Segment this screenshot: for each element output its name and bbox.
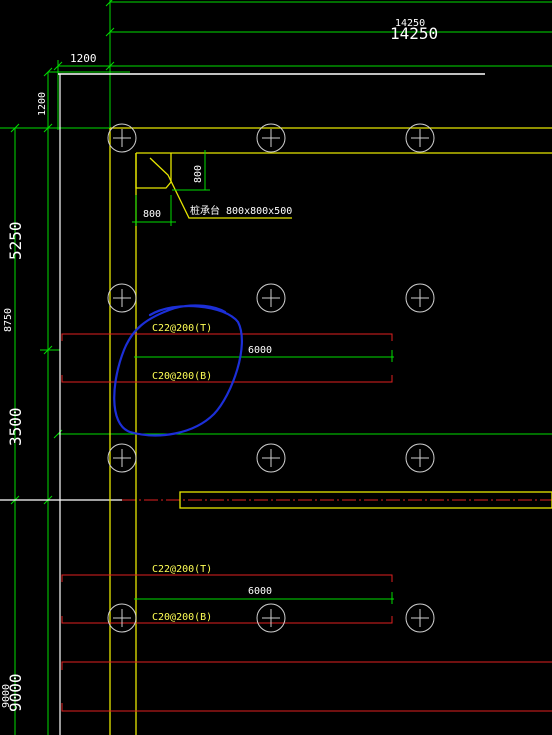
dim-left-8750: 8750 <box>3 308 14 332</box>
circle-crosshair-icon <box>256 443 286 473</box>
rebar-top-label-2: C22@200(T) <box>152 564 212 575</box>
dim-left-3500: 3500 <box>6 407 25 446</box>
circle-crosshair-icon <box>107 443 137 473</box>
circle-crosshair-icon <box>405 443 435 473</box>
rebar-bottom-label-2: C20@200(B) <box>152 612 212 623</box>
rebar-band-2-top <box>61 574 393 582</box>
circle-crosshair-icon <box>256 603 286 633</box>
top-dimension-group <box>47 0 552 130</box>
span-label-2: 6000 <box>248 586 272 597</box>
pile-cap-outline <box>135 153 172 189</box>
circle-crosshair-icon <box>107 603 137 633</box>
rebar-top-label-1: C22@200(T) <box>152 323 212 334</box>
rebar-band-1-bottom <box>61 375 393 383</box>
dim-top-large: 14250 <box>390 24 438 43</box>
circle-crosshair-icon <box>405 603 435 633</box>
span-label-1: 6000 <box>248 345 272 356</box>
circle-crosshair-icon <box>405 283 435 313</box>
circle-crosshair-icon <box>107 283 137 313</box>
pile-dim-800-horiz: 800 <box>143 209 161 220</box>
pile-dim-800-vert: 800 <box>193 165 204 183</box>
rebar-band-1-top <box>61 333 393 341</box>
rebar-bottom-label-1: C20@200(B) <box>152 371 212 382</box>
circle-crosshair-icon <box>256 283 286 313</box>
dim-left-9000-large: 9000 <box>6 673 25 712</box>
rebar-band-2-bottom <box>61 616 393 624</box>
cad-drawing: 14250 14250 1200 1200 5250 8750 3500 900… <box>0 0 552 735</box>
dim-1200-horiz: 1200 <box>70 52 97 65</box>
dim-left-5250: 5250 <box>6 221 25 260</box>
pile-cap-label: 桩承台 800x800x500 <box>190 204 292 217</box>
dim-1200-vert: 1200 <box>37 92 48 116</box>
